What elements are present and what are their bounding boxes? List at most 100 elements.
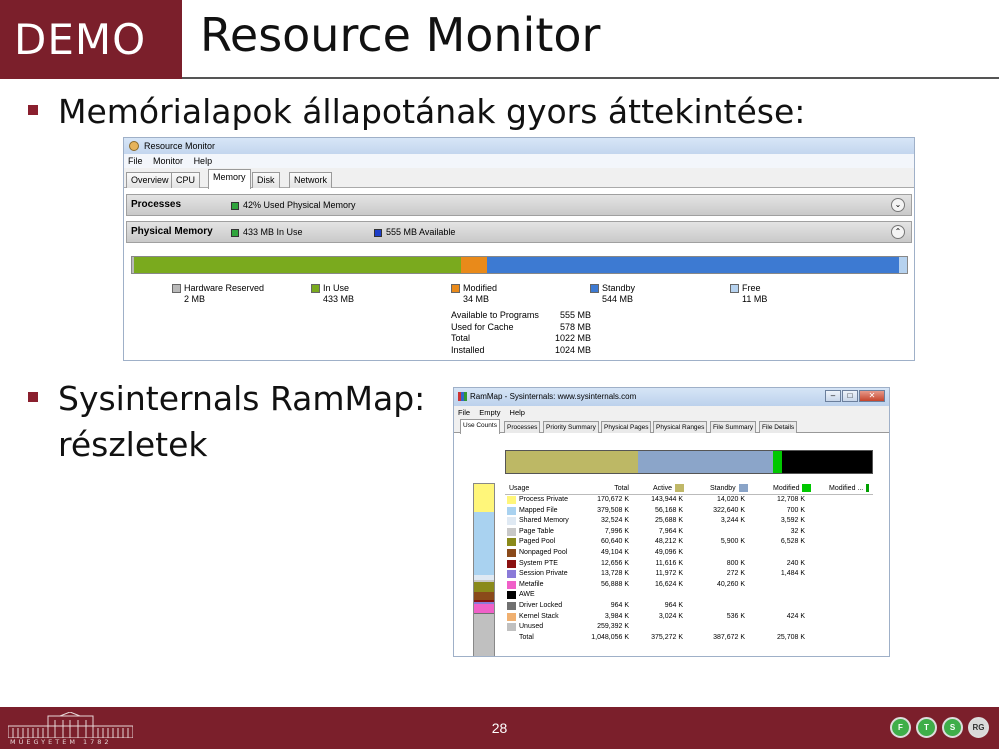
table-row[interactable]: System PTE 12,656 K 11,616 K 800 K 240 K (505, 559, 873, 570)
used-memory-legend: 42% Used Physical Memory (231, 195, 356, 215)
tab-file-details[interactable]: File Details (759, 421, 798, 433)
stat-value: 1022 MB (554, 333, 591, 343)
tab-physical-pages[interactable]: Physical Pages (601, 421, 652, 433)
stat-value: 555 MB (559, 310, 591, 320)
modified-cell: 3,592 K (780, 517, 805, 525)
university-logo-text: MŰEGYETEM 1782 (10, 738, 112, 746)
stat-row: Installed 1024 MB (451, 345, 591, 357)
table-row[interactable]: AWE (505, 590, 873, 601)
standby-swatch (738, 484, 748, 493)
chevron-up-icon[interactable]: ⌃ (891, 225, 905, 239)
use-counts-panel: Usage Total Active Standby Modified Modi… (454, 434, 889, 656)
rm-tab-memory[interactable]: Memory (208, 169, 251, 189)
membar-segment-in-use (133, 257, 462, 273)
rm-menu-file[interactable]: File (128, 156, 143, 166)
col-active[interactable]: Active (653, 483, 685, 495)
usage-color-swatch (507, 612, 516, 621)
available-legend: 555 MB Available (374, 222, 455, 242)
usage-cell: System PTE (519, 559, 558, 567)
rm-title-bar: Resource Monitor (124, 138, 914, 154)
table-row[interactable]: Driver Locked 964 K 964 K (505, 601, 873, 612)
chevron-down-icon[interactable]: ⌄ (891, 198, 905, 212)
usage-color-swatch (507, 506, 516, 515)
table-row[interactable]: Paged Pool 60,640 K 48,212 K 5,900 K 6,528 K (505, 537, 873, 548)
rm-tab-strip: Overview CPU Memory Disk Network (124, 168, 914, 189)
col-active-label: Active (653, 485, 673, 492)
ftsrg-rg-icon: RG (968, 717, 989, 738)
rm-menu-monitor[interactable]: Monitor (153, 156, 183, 166)
tab-physical-ranges[interactable]: Physical Ranges (653, 421, 708, 433)
stat-value: 1024 MB (554, 344, 591, 355)
table-row[interactable]: Total 1,048,056 K 375,272 K 387,672 K 25,708… (505, 633, 873, 644)
col-usage[interactable]: Usage (509, 483, 529, 495)
tab-priority-summary[interactable]: Priority Summary (543, 421, 599, 433)
table-row[interactable]: Kernel Stack 3,984 K 3,024 K 536 K 424 K (505, 612, 873, 623)
ftsrg-logo: F T S RG (885, 717, 989, 738)
total-cell: 12,656 K (600, 559, 629, 567)
vbar-segment-paged-pool (474, 581, 494, 592)
modified-cell: 700 K (786, 506, 805, 514)
tab-use-counts[interactable]: Use Counts (460, 419, 500, 434)
maximize-icon[interactable]: □ (842, 390, 858, 402)
table-row[interactable]: Metafile 56,888 K 16,624 K 40,260 K (505, 580, 873, 591)
topbar-segment-modified (773, 451, 783, 473)
table-row[interactable]: Unused 259,392 K (505, 622, 873, 633)
membar-segment-free (898, 257, 907, 273)
total-cell: 32,524 K (600, 517, 629, 525)
table-header: Usage Total Active Standby Modified Modi… (505, 483, 873, 495)
total-cell: 1,048,056 K (591, 633, 629, 641)
tab-file-summary[interactable]: File Summary (710, 421, 757, 433)
legend-label: Free (742, 283, 761, 293)
rm-physical-memory-panel[interactable]: Physical Memory 433 MB In Use 555 MB Ava… (126, 221, 912, 243)
col-standby[interactable]: Standby (710, 483, 748, 495)
standby-legend-swatch (590, 284, 599, 293)
legend-value: 433 MB (323, 294, 355, 304)
vbar-segment-mapped-file (474, 512, 494, 575)
table-row[interactable]: Process Private 170,672 K 143,944 K 14,020 … (505, 495, 873, 506)
active-cell: 964 K (664, 601, 683, 609)
col-modified[interactable]: Modified (773, 483, 812, 495)
standby-cell: 387,672 K (713, 633, 745, 641)
rm-tab-cpu[interactable]: CPU (171, 172, 201, 188)
stat-label: Available to Programs (451, 310, 539, 320)
col-modified-label: Modified (773, 485, 800, 492)
legend-value: 11 MB (742, 294, 768, 304)
ftsrg-t-icon: T (916, 717, 937, 738)
col-total[interactable]: Total (583, 483, 629, 495)
rammap-tab-strip: Use Counts Processes Priority Summary Ph… (454, 419, 889, 434)
total-cell: 964 K (610, 601, 629, 609)
active-cell: 143,944 K (651, 496, 683, 503)
usage-cell: Total (519, 633, 534, 641)
rm-tab-overview[interactable]: Overview (126, 172, 174, 188)
close-icon[interactable]: ✕ (859, 390, 885, 402)
col-standby-label: Standby (710, 485, 736, 492)
legend-free: Free 11 MB (730, 283, 768, 305)
usage-color-swatch (507, 548, 516, 557)
rammap-menu-file[interactable]: File (458, 408, 470, 417)
rammap-menu-empty[interactable]: Empty (479, 408, 500, 417)
table-row[interactable]: Session Private 13,728 K 11,972 K 272 K 1,48… (505, 569, 873, 580)
table-row[interactable]: Mapped File 379,508 K 56,168 K 322,640 K 700… (505, 506, 873, 517)
table-row[interactable]: Nonpaged Pool 49,104 K 49,096 K (505, 548, 873, 559)
table-row[interactable]: Shared Memory 32,524 K 25,688 K 3,244 K 3,59… (505, 516, 873, 527)
active-cell: 7,964 K (658, 527, 683, 535)
tab-processes[interactable]: Processes (504, 421, 541, 433)
standby-cell: 536 K (726, 612, 745, 620)
col-modified-nowrite-label: Modified ... (829, 485, 864, 492)
rm-menu-bar: File Monitor Help (124, 154, 914, 168)
usage-color-swatch (507, 591, 516, 600)
rm-tab-disk[interactable]: Disk (252, 172, 280, 188)
table-row[interactable]: Page Table 7,996 K 7,964 K 32 K (505, 527, 873, 538)
page-number: 28 (491, 720, 508, 736)
rm-processes-panel[interactable]: Processes 42% Used Physical Memory ⌄ (126, 194, 912, 216)
rm-tab-network[interactable]: Network (289, 172, 333, 188)
minimize-icon[interactable]: – (825, 390, 841, 402)
rm-menu-help[interactable]: Help (194, 156, 213, 166)
vbar-segment-metafile (474, 604, 494, 614)
vertical-scrollbar[interactable] (875, 483, 878, 656)
total-cell: 60,640 K (600, 538, 629, 546)
rammap-menu-help[interactable]: Help (510, 408, 525, 417)
used-memory-swatch (231, 201, 239, 210)
legend-label: Modified (463, 283, 498, 293)
col-modified-nowrite[interactable]: Modified ... (829, 483, 870, 495)
